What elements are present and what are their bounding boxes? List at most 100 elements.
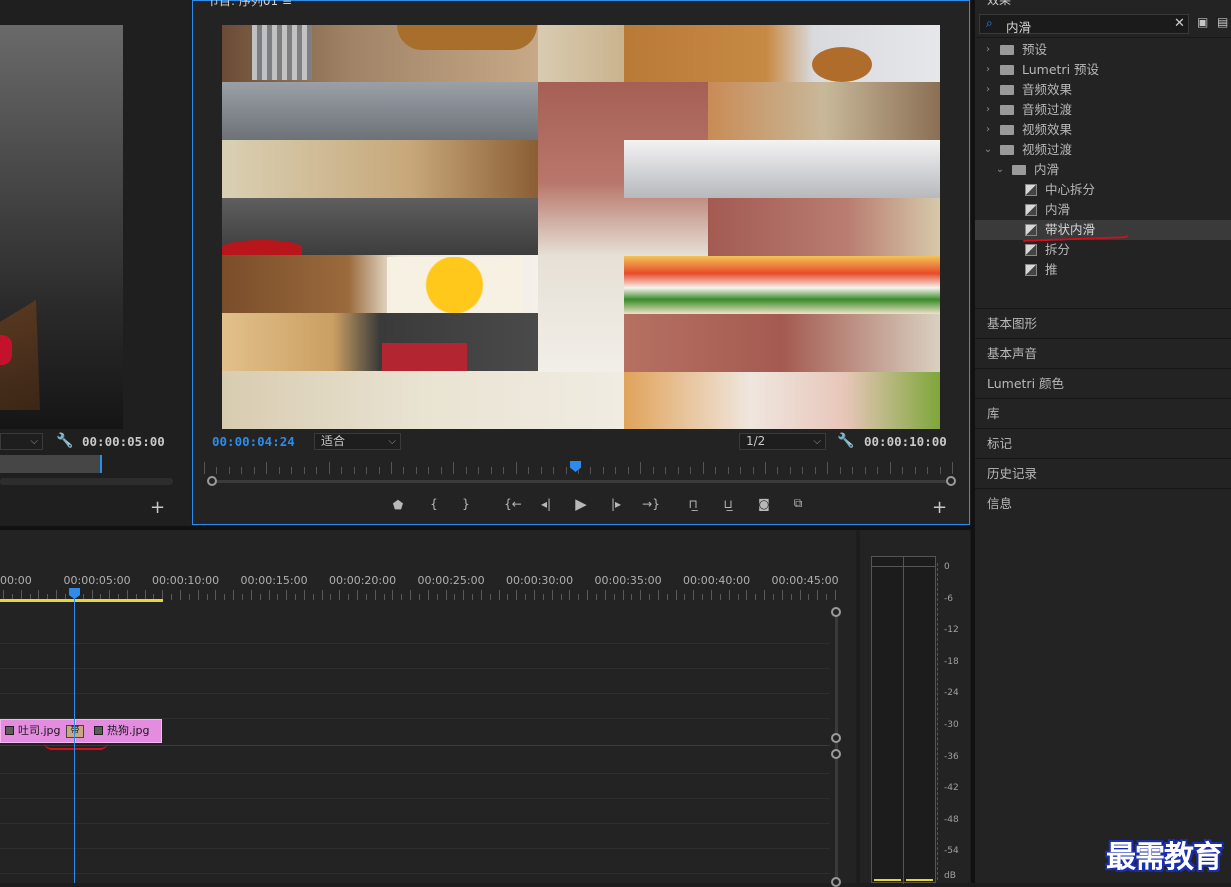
preview-fork bbox=[252, 25, 312, 80]
effects-tree-item-label: 视频效果 bbox=[1022, 122, 1073, 137]
folder-icon bbox=[1000, 125, 1014, 135]
mark-in-icon[interactable]: { bbox=[425, 497, 443, 511]
source-scrollbar[interactable] bbox=[0, 478, 173, 485]
panel-tab-section[interactable]: 基本图形 bbox=[975, 308, 1231, 338]
program-resolution-select[interactable]: 1/2 ⌵ bbox=[739, 433, 826, 450]
ruler-tick bbox=[649, 594, 651, 600]
chevron-right-icon[interactable]: › bbox=[983, 60, 993, 80]
scroll-handle[interactable] bbox=[831, 877, 841, 887]
source-add-button[interactable]: + bbox=[150, 497, 165, 518]
transition-block[interactable]: 带 bbox=[66, 725, 84, 738]
chevron-down-icon[interactable]: ⌄ bbox=[983, 140, 993, 160]
program-preview-image bbox=[222, 25, 940, 429]
program-ruler-tick bbox=[353, 467, 355, 474]
wrench-icon[interactable]: 🔧 bbox=[837, 433, 854, 449]
program-ruler-tick bbox=[253, 467, 255, 474]
go-to-in-icon[interactable]: {← bbox=[502, 497, 524, 511]
chevron-down-icon[interactable]: ⌄ bbox=[995, 160, 1005, 180]
program-ruler-tick bbox=[391, 462, 392, 474]
preview-strip bbox=[624, 314, 940, 372]
lift-icon[interactable]: ⊓̲ bbox=[683, 497, 703, 511]
program-zoom-scrollbar[interactable] bbox=[212, 480, 950, 483]
search-input-value[interactable]: 内滑 bbox=[1006, 17, 1031, 36]
new-bin-icon[interactable]: ▣ bbox=[1197, 15, 1208, 29]
panel-tab-section[interactable]: 历史记录 bbox=[975, 458, 1231, 488]
wrench-icon[interactable]: 🔧 bbox=[56, 433, 73, 449]
step-back-icon[interactable]: ◂| bbox=[537, 497, 555, 511]
ruler-tick bbox=[383, 594, 385, 600]
chevron-right-icon[interactable]: › bbox=[983, 120, 993, 140]
comparison-view-icon[interactable]: ⧉ bbox=[788, 496, 808, 511]
program-ruler-tick bbox=[652, 467, 654, 474]
scroll-handle[interactable] bbox=[831, 749, 841, 759]
program-ruler-tick bbox=[565, 467, 567, 474]
go-to-out-icon[interactable]: →} bbox=[640, 497, 662, 511]
effects-tree-item[interactable]: › 视频效果 bbox=[975, 120, 1231, 140]
ruler-tick bbox=[560, 594, 562, 600]
ruler-tick bbox=[348, 594, 350, 600]
effects-search-box[interactable]: ⌕ 内滑 ✕ bbox=[979, 14, 1189, 36]
chevron-right-icon[interactable]: › bbox=[983, 40, 993, 60]
ruler-tick bbox=[277, 594, 279, 600]
new-item-icon[interactable]: ▤ bbox=[1217, 15, 1228, 29]
effects-tree-item[interactable]: › 预设 bbox=[975, 40, 1231, 60]
effects-tree-item[interactable]: 拆分 bbox=[975, 240, 1231, 260]
preview-strip bbox=[222, 140, 538, 198]
program-ruler-tick bbox=[403, 467, 405, 474]
program-ruler-tick bbox=[228, 467, 230, 474]
ruler-time-label: 00:00:20:00 bbox=[329, 574, 397, 587]
panel-divider[interactable] bbox=[971, 0, 975, 883]
effects-tree-item[interactable]: 推 bbox=[975, 260, 1231, 280]
add-marker-icon[interactable]: ⬟ bbox=[389, 498, 407, 512]
ruler-tick bbox=[808, 594, 810, 600]
step-forward-icon[interactable]: |▸ bbox=[607, 497, 625, 511]
effects-tree-item[interactable]: ⌄ 视频过渡 bbox=[975, 140, 1231, 160]
timeline-clip-toast[interactable]: 吐司.jpg bbox=[0, 719, 75, 743]
db-scale bbox=[0, 0, 1, 1]
panel-tab-section[interactable]: 基本声音 bbox=[975, 338, 1231, 368]
program-add-button[interactable]: + bbox=[932, 497, 947, 518]
program-fit-select[interactable]: 适合 ⌵ bbox=[314, 433, 401, 450]
source-playhead[interactable] bbox=[100, 455, 102, 473]
effects-tree-item[interactable]: › Lumetri 预设 bbox=[975, 60, 1231, 80]
chevron-right-icon[interactable]: › bbox=[983, 100, 993, 120]
panel-tab-section[interactable]: 库 bbox=[975, 398, 1231, 428]
chevron-right-icon[interactable]: › bbox=[983, 80, 993, 100]
play-icon[interactable]: ▶ bbox=[572, 495, 590, 513]
effects-tree-item[interactable]: 内滑 bbox=[975, 200, 1231, 220]
source-fit-select[interactable]: ⌵ bbox=[0, 433, 43, 450]
preview-plate bbox=[538, 25, 628, 82]
panel-tab-section[interactable]: 信息 bbox=[975, 488, 1231, 518]
scroll-handle[interactable] bbox=[831, 733, 841, 743]
effects-tree-item[interactable]: 中心拆分 bbox=[975, 180, 1231, 200]
effects-panel-title[interactable]: 效果 bbox=[987, 0, 1011, 8]
track-divider bbox=[0, 773, 830, 774]
scrollbar-left-handle[interactable] bbox=[207, 476, 217, 486]
db-scale-label: -48 bbox=[944, 814, 959, 825]
effects-tree-item[interactable]: ⌄ 内滑 bbox=[975, 160, 1231, 180]
ruler-tick bbox=[525, 594, 527, 600]
ruler-tick bbox=[737, 594, 739, 600]
camera-icon[interactable]: ◙ bbox=[755, 497, 773, 511]
ruler-tick bbox=[286, 590, 288, 600]
source-zoom-bar[interactable] bbox=[0, 455, 102, 473]
program-ruler-tick bbox=[378, 467, 380, 474]
preset-folder-icon bbox=[1000, 65, 1014, 75]
effects-tree-item[interactable]: › 音频效果 bbox=[975, 80, 1231, 100]
effects-tree-item[interactable]: › 音频过渡 bbox=[975, 100, 1231, 120]
preview-tomato bbox=[222, 240, 302, 255]
clear-search-icon[interactable]: ✕ bbox=[1174, 16, 1185, 31]
panel-tab-section[interactable]: 标记 bbox=[975, 428, 1231, 458]
panel-tab-section[interactable]: Lumetri 颜色 bbox=[975, 368, 1231, 398]
work-area-bar[interactable] bbox=[0, 599, 163, 602]
mark-out-icon[interactable]: } bbox=[457, 497, 475, 511]
program-monitor-title[interactable]: 节目: 序列01 ≡ bbox=[207, 0, 292, 9]
timeline-clip-hotdog[interactable]: 热狗.jpg bbox=[75, 719, 162, 743]
program-ruler-tick bbox=[366, 467, 368, 474]
program-current-timecode[interactable]: 00:00:04:24 bbox=[212, 434, 295, 449]
timeline-vertical-scrollbar[interactable] bbox=[835, 612, 838, 883]
extract-icon[interactable]: ⊔̲ bbox=[718, 497, 738, 511]
ruler-tick bbox=[569, 590, 571, 600]
scrollbar-right-handle[interactable] bbox=[946, 476, 956, 486]
scroll-handle[interactable] bbox=[831, 607, 841, 617]
